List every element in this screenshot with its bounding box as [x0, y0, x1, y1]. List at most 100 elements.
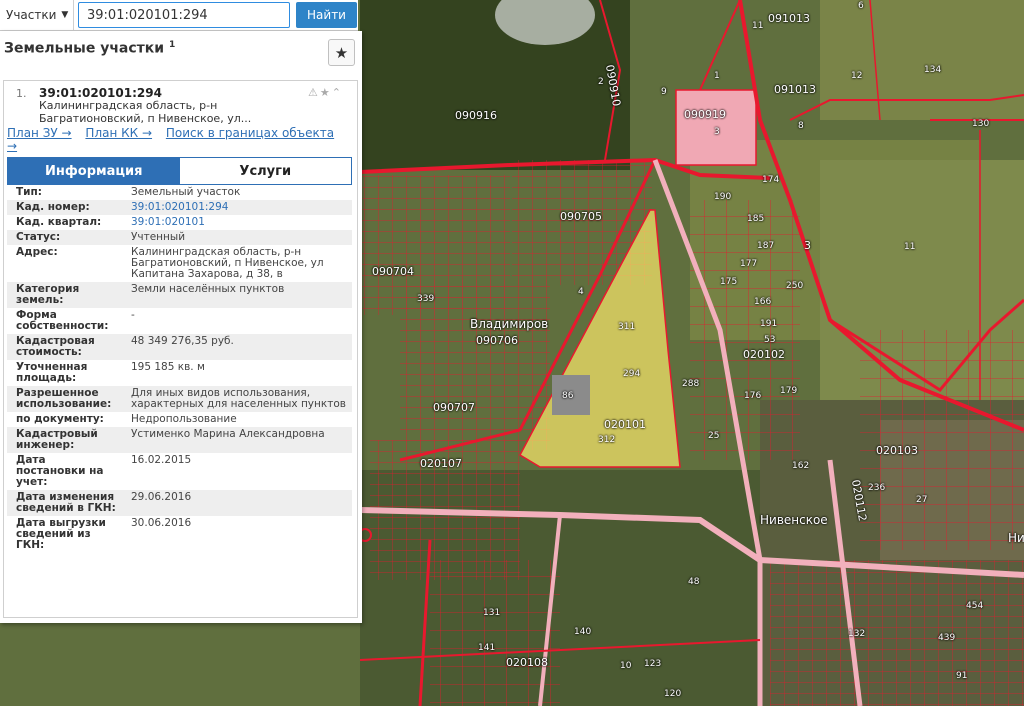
search-input[interactable]	[78, 2, 290, 28]
result-card: 1. 39:01:020101:294 Калининградская обла…	[3, 80, 358, 618]
parcel-label: 250	[786, 281, 804, 291]
info-key: Адрес:	[16, 246, 58, 258]
search-button[interactable]: Найти	[296, 2, 357, 28]
info-key: Форма собственности:	[16, 309, 109, 332]
parcel-label: 312	[598, 435, 616, 445]
info-key: Кад. номер:	[16, 201, 90, 213]
parcel-label: 190	[714, 192, 732, 202]
parcel-label: 185	[747, 214, 765, 224]
parcel-label: 294	[623, 369, 641, 379]
parcel-label: 140	[574, 627, 592, 637]
parcel-label: 339	[417, 294, 435, 304]
parcel-label: 141	[478, 643, 496, 653]
quarter-label: 020101	[604, 418, 646, 431]
parcel-label: 10	[620, 661, 632, 671]
info-key: Дата постановки на учет:	[16, 454, 104, 488]
quarter-label: 020103	[876, 444, 918, 457]
info-key: по документу:	[16, 413, 104, 425]
parcel-label: 12	[851, 71, 863, 81]
address-line: Багратионовский, п Нивенское, ул...	[39, 112, 252, 125]
info-value: Для иных видов использования, характерны…	[131, 387, 346, 410]
parcel-label: 131	[483, 608, 501, 618]
place-label: Ни	[1008, 531, 1024, 545]
info-row: Разрешенное использование: Для иных видов…	[7, 386, 352, 412]
plan-kk-link[interactable]: План КК →	[85, 126, 152, 140]
info-row: Дата выгрузки сведений из ГКН: 30.06.2016	[7, 516, 352, 553]
parcel-label: 176	[744, 391, 762, 401]
info-row: Кад. квартал: 39:01:020101	[7, 215, 352, 230]
quarter-label: 090707	[433, 401, 475, 414]
address-line: Калининградская область, р-н	[39, 99, 218, 112]
parcel-label: 120	[664, 689, 682, 699]
info-row: по документу: Недропользование	[7, 412, 352, 427]
result-index: 1.	[16, 87, 27, 100]
search-type-dropdown[interactable]: Участки ▼	[0, 0, 74, 30]
parcel-label: 6	[858, 1, 864, 11]
info-value: Устименко Марина Александровна	[131, 428, 325, 440]
info-key: Статус:	[16, 231, 61, 243]
info-value: Недропользование	[131, 413, 237, 425]
card-tools[interactable]: ⚠★⌃	[308, 86, 343, 99]
parcel-label: 91	[956, 671, 968, 681]
panel-title: Земельные участки 1	[4, 40, 175, 57]
quarter-label: 020107	[420, 457, 462, 470]
card-address: Калининградская область, р-н Багратионов…	[39, 99, 299, 125]
info-row: Адрес: Калининградская область, р-н Багра…	[7, 245, 352, 282]
info-value: -	[131, 309, 135, 321]
info-value: 195 185 кв. м	[131, 361, 205, 373]
panel-title-text: Земельные участки	[4, 40, 165, 57]
tab-info[interactable]: Информация	[8, 158, 180, 184]
info-value: Учтенный	[131, 231, 186, 243]
parcel-label: 48	[688, 577, 700, 587]
parcel-label: 27	[916, 495, 928, 505]
info-key: Дата выгрузки сведений из ГКН:	[16, 517, 106, 551]
info-value: 48 349 276,35 руб.	[131, 335, 234, 347]
info-key: Категория земель:	[16, 283, 80, 306]
parcel-label: 134	[924, 65, 942, 75]
info-key: Кадастровая стоимость:	[16, 335, 95, 358]
info-row: Дата изменения сведений в ГКН: 29.06.2016	[7, 490, 352, 516]
search-bar: Участки ▼ Найти	[0, 0, 358, 31]
parcel-label: 86	[562, 391, 574, 401]
card-links: План ЗУ → План КК → Поиск в границах объ…	[7, 127, 347, 153]
favorite-button[interactable]: ★	[328, 39, 355, 66]
info-value: Калининградская область, р-н Багратионов…	[131, 246, 324, 280]
info-row: Форма собственности: -	[7, 308, 352, 334]
info-row: Кадастровый инженер: Устименко Марина Але…	[7, 427, 352, 453]
parcel-label: 177	[740, 259, 758, 269]
parcel-label: 3	[804, 239, 811, 252]
info-row: Дата постановки на учет: 16.02.2015	[7, 453, 352, 490]
parcel-label: 166	[754, 297, 772, 307]
parcel-label: 187	[757, 241, 775, 251]
parcel-label: 3	[714, 127, 720, 137]
parcel-label: 11	[904, 242, 916, 252]
parcel-label: 2	[598, 77, 604, 87]
parcel-label: 123	[644, 659, 662, 669]
info-value: 30.06.2016	[131, 517, 192, 529]
quarter-label: 090705	[560, 210, 602, 223]
quarter-label: 090916	[455, 109, 497, 122]
plan-zu-link[interactable]: План ЗУ →	[7, 126, 72, 140]
info-value[interactable]: 39:01:020101:294	[122, 200, 352, 215]
parcel-label: 236	[868, 483, 886, 493]
info-value: Земельный участок	[131, 186, 241, 198]
parcel-label: 311	[618, 322, 636, 332]
info-value: Земли населённых пунктов	[131, 283, 285, 295]
info-key: Кад. квартал:	[16, 216, 102, 228]
parcel-label: 175	[720, 277, 738, 287]
info-row: Кадастровая стоимость: 48 349 276,35 руб.	[7, 334, 352, 360]
info-key: Дата изменения сведений в ГКН:	[16, 491, 116, 514]
results-count: 1	[168, 40, 176, 50]
parcel-label: 11	[752, 21, 764, 31]
parcel-label: 9	[661, 87, 667, 97]
cadastral-number[interactable]: 39:01:020101:294	[39, 86, 162, 100]
parcel-label: 454	[966, 601, 984, 611]
parcel-label: 174	[762, 175, 780, 185]
place-label: Нивенское	[760, 513, 828, 527]
tab-services[interactable]: Услуги	[179, 158, 351, 184]
quarter-label: 090919	[684, 108, 726, 121]
quarter-label: 020102	[743, 348, 785, 361]
info-value[interactable]: 39:01:020101	[122, 215, 352, 230]
place-label: Владимиров	[470, 317, 549, 331]
parcel-label: 1	[714, 71, 720, 81]
